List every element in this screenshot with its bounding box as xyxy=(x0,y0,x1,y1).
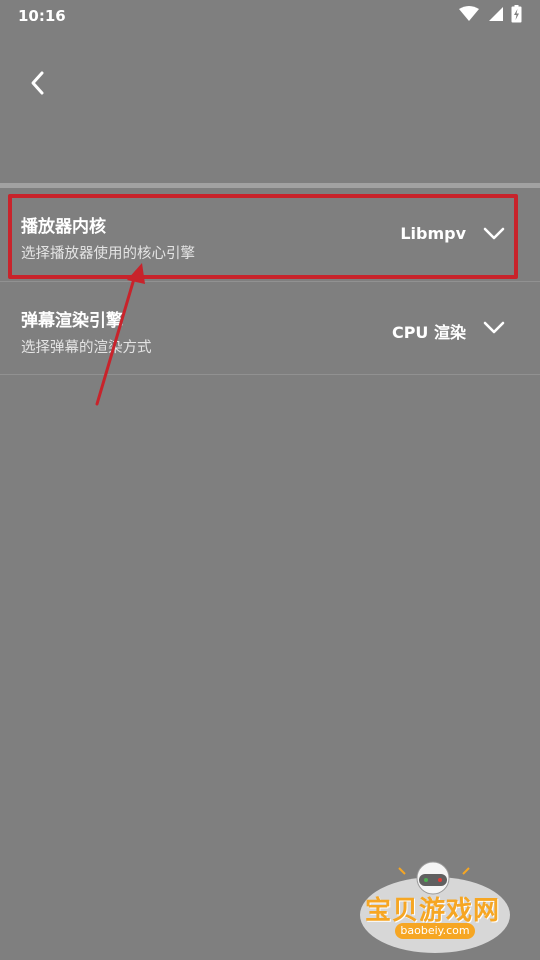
status-time: 10:16 xyxy=(18,7,66,25)
setting-danmaku-engine[interactable]: 弹幕渲染引擎 选择弹幕的渲染方式 CPU 渲染 xyxy=(0,282,540,374)
chevron-left-icon xyxy=(31,71,44,95)
signal-icon xyxy=(487,6,503,26)
chevron-down-icon[interactable] xyxy=(482,319,506,337)
watermark-title: 宝贝游戏网 xyxy=(365,896,501,926)
wifi-icon xyxy=(459,6,479,26)
screen: 10:16 播放器内核 选择播放器使用的核心引擎 Libmpv 弹幕渲染引擎 选… xyxy=(0,0,540,960)
highlight-box xyxy=(8,194,518,279)
annotation-arrow xyxy=(95,263,145,406)
status-icons xyxy=(459,5,522,27)
watermark-url: baobeiy.com xyxy=(395,923,475,939)
battery-charging-icon xyxy=(511,5,522,27)
back-button[interactable] xyxy=(20,66,54,100)
setting-title: 弹幕渲染引擎 xyxy=(21,311,123,331)
setting-value[interactable]: CPU 渲染 xyxy=(392,319,466,343)
watermark-logo: 宝贝游戏网 baobeiy.com xyxy=(355,860,525,960)
row-divider xyxy=(0,374,540,375)
setting-subtitle: 选择弹幕的渲染方式 xyxy=(21,340,152,356)
status-bar: 10:16 xyxy=(0,0,540,32)
